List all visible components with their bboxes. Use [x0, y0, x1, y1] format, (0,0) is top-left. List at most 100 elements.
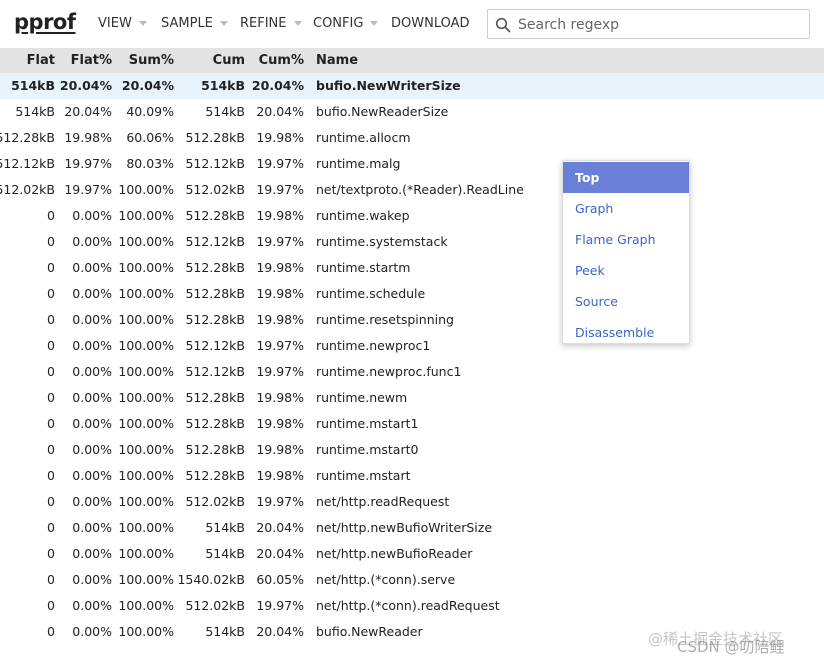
table-row[interactable]: 0 0.00% 100.00% 512.02kB 19.97% net/http.(*co… — [0, 593, 824, 619]
context-menu-item-top[interactable]: Top — [563, 162, 689, 193]
table-row[interactable]: 0 0.00% 100.00% 512.28kB 19.98% runtime.wakep — [0, 203, 824, 229]
sample-menu-label: SAMPLE — [161, 16, 213, 31]
view-menu[interactable]: VIEW — [98, 16, 147, 31]
cell-cum-percent: 19.97% — [256, 234, 304, 249]
cell-sum-percent: 100.00% — [118, 182, 174, 197]
col-header-cum-percent[interactable]: Cum% — [259, 48, 304, 73]
cell-flat: 0 — [47, 390, 55, 405]
table-row[interactable]: 0 0.00% 100.00% 512.28kB 19.98% runtime.start… — [0, 255, 824, 281]
cell-cum-percent: 60.05% — [256, 572, 304, 587]
cell-flat: 0 — [47, 364, 55, 379]
table-row[interactable]: 512.12kB 19.97% 80.03% 512.12kB 19.97% runtim… — [0, 151, 824, 177]
table-row[interactable]: 514kB 20.04% 20.04% 514kB 20.04% bufio.NewWri… — [0, 73, 824, 99]
col-header-flat[interactable]: Flat — [27, 48, 55, 73]
pprof-logo[interactable]: pprof — [14, 10, 76, 34]
cell-cum: 512.02kB — [185, 182, 245, 197]
cell-cum: 512.28kB — [185, 416, 245, 431]
table-row[interactable]: 0 0.00% 100.00% 512.28kB 19.98% runtime.mstar… — [0, 463, 824, 489]
search-box[interactable] — [487, 9, 810, 39]
context-menu-item-disassemble[interactable]: Disassemble — [563, 317, 689, 348]
cell-name: net/http.readRequest — [316, 494, 450, 509]
cell-cum-percent: 19.98% — [256, 468, 304, 483]
cell-flat: 0 — [47, 468, 55, 483]
cell-flat: 0 — [47, 546, 55, 561]
cell-flat-percent: 0.00% — [72, 546, 112, 561]
cell-sum-percent: 100.00% — [118, 390, 174, 405]
config-menu[interactable]: CONFIG — [313, 16, 379, 31]
cell-cum: 512.28kB — [185, 260, 245, 275]
context-menu-item-graph[interactable]: Graph — [563, 193, 689, 224]
cell-cum-percent: 19.97% — [256, 494, 304, 509]
cell-flat: 0 — [47, 312, 55, 327]
cell-flat: 514kB — [11, 78, 55, 93]
cell-name: runtime.allocm — [316, 130, 411, 145]
cell-cum: 512.02kB — [185, 494, 245, 509]
cell-name: runtime.schedule — [316, 286, 426, 301]
table-row[interactable]: 0 0.00% 100.00% 512.28kB 19.98% runtime.mstar… — [0, 411, 824, 437]
cell-flat-percent: 0.00% — [72, 234, 112, 249]
cell-cum: 512.02kB — [185, 598, 245, 613]
cell-flat-percent: 0.00% — [72, 624, 112, 639]
table-row[interactable]: 0 0.00% 100.00% 512.12kB 19.97% runtime.newpr… — [0, 359, 824, 385]
cell-sum-percent: 100.00% — [118, 286, 174, 301]
table-row[interactable]: 0 0.00% 100.00% 512.28kB 19.98% runtime.mstar… — [0, 437, 824, 463]
table-row[interactable]: 0 0.00% 100.00% 1540.02kB 60.05% net/http.(*c… — [0, 567, 824, 593]
search-icon — [495, 17, 511, 33]
cell-sum-percent: 100.00% — [118, 364, 174, 379]
table-row[interactable]: 0 0.00% 100.00% 512.12kB 19.97% runtime.newpr… — [0, 333, 824, 359]
cell-sum-percent: 100.00% — [118, 338, 174, 353]
context-menu-item-peek[interactable]: Peek — [563, 255, 689, 286]
table-row[interactable]: 0 0.00% 100.00% 514kB 20.04% net/http.newBufi… — [0, 541, 824, 567]
cell-sum-percent: 100.00% — [118, 546, 174, 561]
table-row[interactable]: 0 0.00% 100.00% 512.28kB 19.98% runtime.sched… — [0, 281, 824, 307]
cell-flat-percent: 0.00% — [72, 338, 112, 353]
cell-sum-percent: 40.09% — [126, 104, 174, 119]
table-row[interactable]: 0 0.00% 100.00% 512.28kB 19.98% runtime.reset… — [0, 307, 824, 333]
table-body: 514kB 20.04% 20.04% 514kB 20.04% bufio.NewWri… — [0, 73, 824, 645]
cell-sum-percent: 80.03% — [126, 156, 174, 171]
col-header-sum-percent[interactable]: Sum% — [129, 48, 174, 73]
cell-name: runtime.newproc1 — [316, 338, 431, 353]
table-row[interactable]: 512.28kB 19.98% 60.06% 512.28kB 19.98% runtim… — [0, 125, 824, 151]
download-menu[interactable]: DOWNLOAD — [391, 16, 470, 31]
table-row[interactable]: 0 0.00% 100.00% 512.02kB 19.97% net/http.read… — [0, 489, 824, 515]
cell-name: runtime.resetspinning — [316, 312, 454, 327]
cell-cum-percent: 19.98% — [256, 390, 304, 405]
refine-menu[interactable]: REFINE — [240, 16, 302, 31]
cell-sum-percent: 100.00% — [118, 494, 174, 509]
cell-cum: 514kB — [205, 546, 245, 561]
cell-sum-percent: 100.00% — [118, 624, 174, 639]
search-input[interactable] — [516, 14, 800, 36]
cell-cum-percent: 19.98% — [256, 416, 304, 431]
sample-menu[interactable]: SAMPLE — [161, 16, 228, 31]
cell-flat-percent: 0.00% — [72, 442, 112, 457]
cell-sum-percent: 100.00% — [118, 572, 174, 587]
cell-flat-percent: 20.04% — [64, 104, 112, 119]
col-header-cum[interactable]: Cum — [213, 48, 245, 73]
col-header-flat-percent[interactable]: Flat% — [71, 48, 112, 73]
cell-sum-percent: 20.04% — [121, 78, 174, 93]
cell-cum-percent: 20.04% — [256, 546, 304, 561]
chevron-down-icon — [370, 21, 379, 26]
table-row[interactable]: 512.02kB 19.97% 100.00% 512.02kB 19.97% net/t… — [0, 177, 824, 203]
context-menu-item-flame-graph[interactable]: Flame Graph — [563, 224, 689, 255]
cell-cum: 512.12kB — [185, 364, 245, 379]
cell-flat: 0 — [47, 208, 55, 223]
cell-flat-percent: 0.00% — [72, 364, 112, 379]
cell-name: runtime.malg — [316, 156, 401, 171]
table-row[interactable]: 514kB 20.04% 40.09% 514kB 20.04% bufio.NewRea… — [0, 99, 824, 125]
cell-flat-percent: 19.97% — [64, 156, 112, 171]
table-row[interactable]: 0 0.00% 100.00% 512.12kB 19.97% runtime.syste… — [0, 229, 824, 255]
col-header-name[interactable]: Name — [316, 48, 358, 73]
table-row[interactable]: 0 0.00% 100.00% 512.28kB 19.98% runtime.newm — [0, 385, 824, 411]
refine-menu-label: REFINE — [240, 16, 287, 31]
cell-flat: 0 — [47, 338, 55, 353]
context-menu-item-source[interactable]: Source — [563, 286, 689, 317]
cell-flat: 512.28kB — [0, 130, 55, 145]
cell-flat: 512.12kB — [0, 156, 55, 171]
table-row[interactable]: 0 0.00% 100.00% 514kB 20.04% net/http.newBufi… — [0, 515, 824, 541]
cell-name: runtime.mstart1 — [316, 416, 419, 431]
cell-cum: 512.28kB — [185, 130, 245, 145]
cell-cum: 512.12kB — [185, 338, 245, 353]
cell-cum-percent: 19.98% — [256, 130, 304, 145]
